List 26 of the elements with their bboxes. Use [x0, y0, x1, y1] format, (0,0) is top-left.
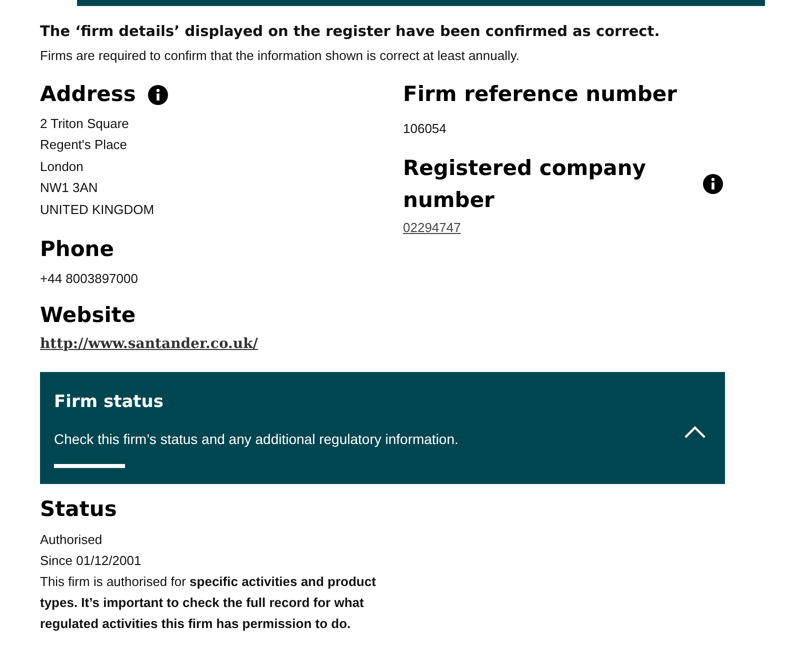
address-line: London: [40, 158, 84, 176]
address-line: Regent's Place: [40, 136, 128, 154]
website-link[interactable]: http://www.santander.co.uk/: [40, 334, 258, 355]
phone-heading: Phone: [40, 236, 115, 264]
company-number-link[interactable]: 02294747: [403, 218, 461, 238]
info-icon[interactable]: [148, 85, 168, 105]
notice-text: Firms are required to confirm that the information shown is correct at least annually.: [40, 46, 521, 65]
status-line: Authorised: [40, 531, 104, 550]
phone-number: +44 8003897000: [40, 270, 139, 288]
address-line: NW1 3AN: [40, 179, 99, 198]
panel-text: Check this firm’s status and any additional regulatory information.: [54, 430, 458, 450]
chevron-up-icon[interactable]: [683, 424, 707, 439]
status-heading: Status: [40, 496, 118, 523]
notice-title: The ‘firm details’ displayed on the register have been confirmed as correct.: [40, 23, 661, 42]
status-line: Since 01/12/2001: [40, 552, 142, 570]
website-heading: Website: [40, 302, 137, 330]
status-description: This firm is authorised for specific activities and product types. It’s important to check the full record for what regulated activities this firm has permission to do.: [40, 573, 377, 634]
address-line: 2 Triton Square: [40, 114, 130, 133]
address-line: UNITED KINGDOM: [40, 200, 156, 219]
company-number-heading: Registered company number: [403, 155, 647, 214]
info-icon[interactable]: [703, 174, 723, 194]
firm-status-panel[interactable]: Firm status Check this firm’s status and any additional regulatory information.: [40, 372, 725, 484]
panel-title: Firm status: [54, 390, 165, 414]
address-heading: Address: [40, 81, 136, 108]
firm-reference-number: 106054: [403, 120, 448, 138]
firm-reference-heading: Firm reference number: [403, 81, 678, 108]
